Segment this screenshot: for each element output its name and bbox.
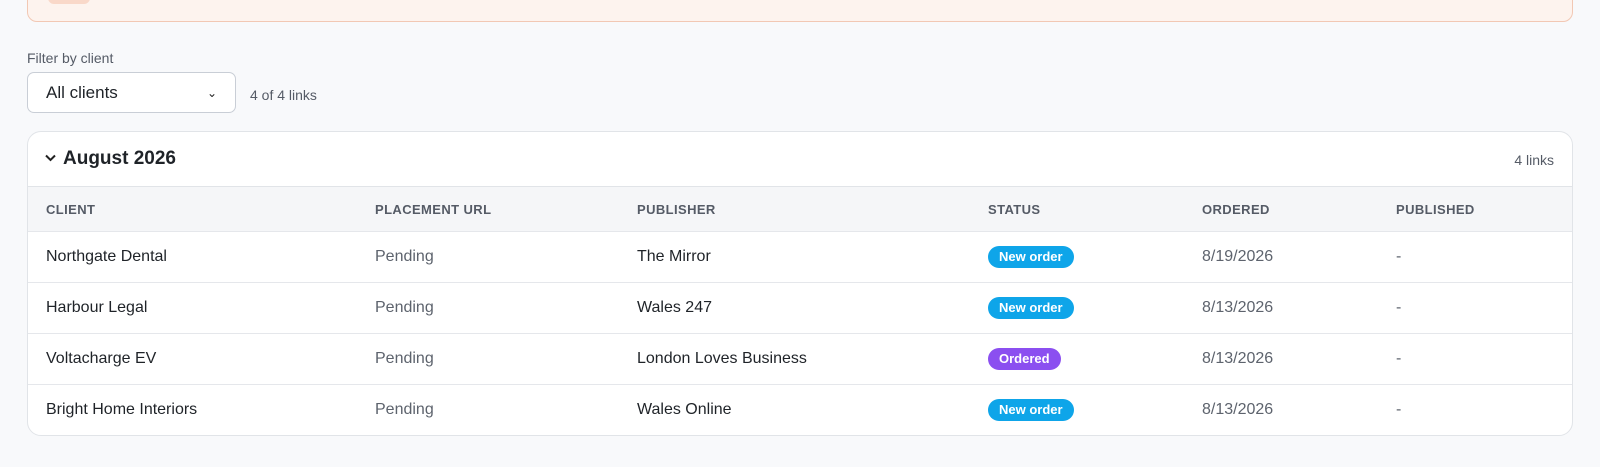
ordered-date: 8/13/2026 — [1202, 299, 1274, 316]
column-header-client[interactable]: CLIENT — [46, 202, 95, 217]
status-badge: Ordered — [988, 348, 1061, 370]
status-badge: New order — [988, 399, 1074, 421]
ordered-date: 8/13/2026 — [1202, 401, 1274, 418]
table-row[interactable]: Bright Home Interiors Pending Wales Onli… — [28, 385, 1572, 435]
chevron-down-icon: ⌄ — [206, 85, 217, 100]
table-row[interactable]: Voltacharge EV Pending London Loves Busi… — [28, 334, 1572, 385]
column-header-status[interactable]: STATUS — [988, 202, 1040, 217]
placement-url: Pending — [375, 299, 434, 316]
published-date: - — [1396, 350, 1402, 367]
filter-label: Filter by client — [27, 50, 114, 66]
client-filter-select[interactable]: All clients ⌄ — [27, 72, 236, 113]
collapse-chevron-icon[interactable] — [42, 150, 58, 166]
publisher-name: Wales 247 — [637, 299, 712, 316]
column-header-published[interactable]: PUBLISHED — [1396, 202, 1475, 217]
client-filter-value: All clients — [46, 82, 118, 102]
client-name: Harbour Legal — [46, 299, 148, 316]
placement-url: Pending — [375, 401, 434, 418]
notice-banner — [27, 0, 1573, 22]
published-date: - — [1396, 299, 1402, 316]
column-header-placement-url[interactable]: PLACEMENT URL — [375, 202, 491, 217]
publisher-name: The Mirror — [637, 248, 711, 265]
published-date: - — [1396, 401, 1402, 418]
group-title: August 2026 — [63, 148, 176, 169]
ordered-date: 8/19/2026 — [1202, 248, 1274, 265]
ordered-date: 8/13/2026 — [1202, 350, 1274, 367]
placement-url: Pending — [375, 248, 434, 265]
publisher-name: Wales Online — [637, 401, 732, 418]
links-count: 4 of 4 links — [250, 87, 317, 103]
group-header[interactable]: August 2026 4 links — [28, 132, 1572, 187]
column-header-publisher[interactable]: PUBLISHER — [637, 202, 716, 217]
client-name: Bright Home Interiors — [46, 401, 198, 418]
placement-url: Pending — [375, 350, 434, 367]
published-date: - — [1396, 248, 1402, 265]
client-name: Voltacharge EV — [46, 350, 157, 367]
column-header-ordered[interactable]: ORDERED — [1202, 202, 1270, 217]
group-link-count: 4 links — [1514, 152, 1554, 168]
table-header: CLIENT PLACEMENT URL PUBLISHER STATUS OR… — [28, 187, 1572, 232]
status-badge: New order — [988, 297, 1074, 319]
table-row[interactable]: Harbour Legal Pending Wales 247 New orde… — [28, 283, 1572, 334]
month-group-card: August 2026 4 links CLIENT PLACEMENT URL… — [27, 131, 1573, 436]
client-name: Northgate Dental — [46, 248, 167, 265]
publisher-name: London Loves Business — [637, 350, 807, 367]
table-row[interactable]: Northgate Dental Pending The Mirror New … — [28, 232, 1572, 283]
notice-badge — [48, 0, 90, 4]
status-badge: New order — [988, 246, 1074, 268]
